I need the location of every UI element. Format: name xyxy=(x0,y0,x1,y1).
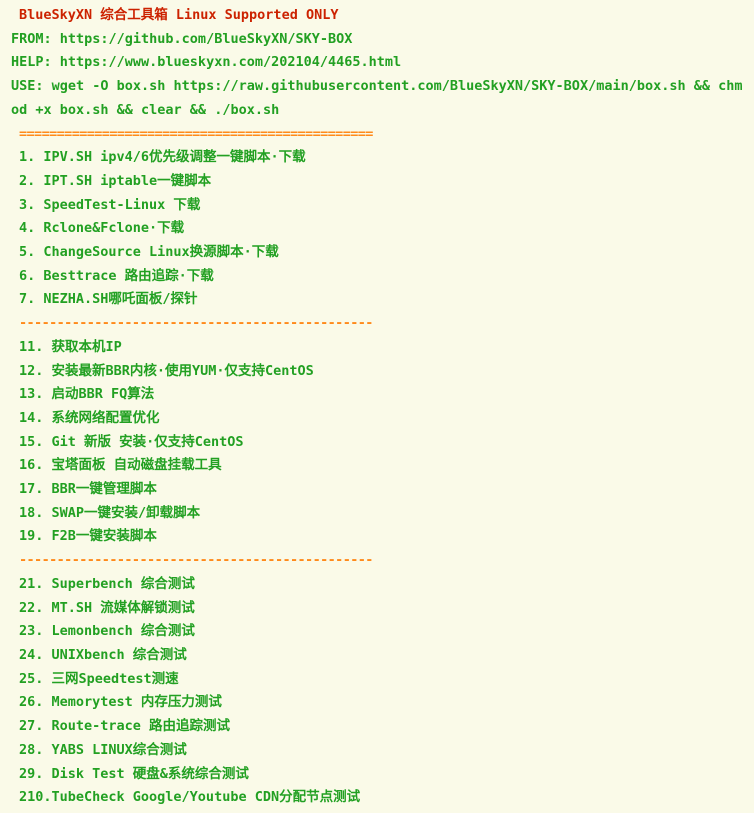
menu-item: 19. F2B一键安装脚本 xyxy=(19,528,157,545)
menu-item: 12. 安装最新BBR内核·使用YUM·仅支持CentOS xyxy=(19,362,314,379)
terminal-output: BlueSkyXN 综合工具箱 Linux Supported ONLY FRO… xyxy=(0,0,754,813)
menu-item: 15. Git 新版 安装·仅支持CentOS xyxy=(19,433,244,450)
menu-item: 13. 启动BBR FQ算法 xyxy=(19,386,155,403)
usage-command-line: USE: wget -O box.sh https://raw.githubus… xyxy=(11,78,743,118)
menu-item: 1. IPV.SH ipv4/6优先级调整一键脚本·下载 xyxy=(19,149,306,166)
menu-item: 26. Memorytest 内存压力测试 xyxy=(19,694,222,711)
from-url-line: FROM: https://github.com/BlueSkyXN/SKY-B… xyxy=(11,30,353,47)
menu-group-download: 1. IPV.SH ipv4/6优先级调整一键脚本·下载 2. IPT.SH ip… xyxy=(11,146,754,312)
menu-item: 210.TubeCheck Google/Youtube CDN分配节点测试 xyxy=(19,789,361,806)
menu-item: 27. Route-trace 路由追踪测试 xyxy=(19,718,231,735)
menu-item: 11. 获取本机IP xyxy=(19,338,122,355)
menu-item: 17. BBR一键管理脚本 xyxy=(19,481,157,498)
separator-dash-2: ----------------------------------------… xyxy=(19,552,373,569)
menu-item: 28. YABS LINUX综合测试 xyxy=(19,741,187,758)
menu-item: 2. IPT.SH iptable一键脚本 xyxy=(19,172,212,189)
menu-item: 25. 三网Speedtest测速 xyxy=(19,670,179,687)
menu-item: 6. Besttrace 路由追踪·下载 xyxy=(19,267,214,284)
menu-item: 4. Rclone&Fclone·下载 xyxy=(19,220,185,237)
toolbox-title: BlueSkyXN 综合工具箱 Linux Supported ONLY xyxy=(19,7,339,23)
menu-item: 29. Disk Test 硬盘&系统综合测试 xyxy=(19,765,249,782)
separator-dash-1: ----------------------------------------… xyxy=(19,315,373,332)
menu-item: 7. NEZHA.SH哪吒面板/探针 xyxy=(19,291,198,308)
menu-group-system: 11. 获取本机IP 12. 安装最新BBR内核·使用YUM·仅支持CentOS 1… xyxy=(11,336,754,549)
menu-item: 5. ChangeSource Linux换源脚本·下载 xyxy=(19,244,279,261)
menu-group-tests: 21. Superbench 综合测试 22. MT.SH 流媒体解锁测试 23. … xyxy=(11,573,754,810)
menu-item: 3. SpeedTest-Linux 下载 xyxy=(19,196,201,213)
menu-item: 18. SWAP一键安装/卸载脚本 xyxy=(19,504,201,521)
separator-double: ========================================… xyxy=(19,125,373,142)
menu-item: 16. 宝塔面板 自动磁盘挂载工具 xyxy=(19,457,222,474)
menu-item: 14. 系统网络配置优化 xyxy=(19,409,160,426)
menu-item: 24. UNIXbench 综合测试 xyxy=(19,646,187,663)
menu-item: 21. Superbench 综合测试 xyxy=(19,575,195,592)
menu-item: 22. MT.SH 流媒体解锁测试 xyxy=(19,599,195,616)
menu-item: 23. Lemonbench 综合测试 xyxy=(19,623,195,640)
help-url-line: HELP: https://www.blueskyxn.com/202104/4… xyxy=(11,54,402,71)
